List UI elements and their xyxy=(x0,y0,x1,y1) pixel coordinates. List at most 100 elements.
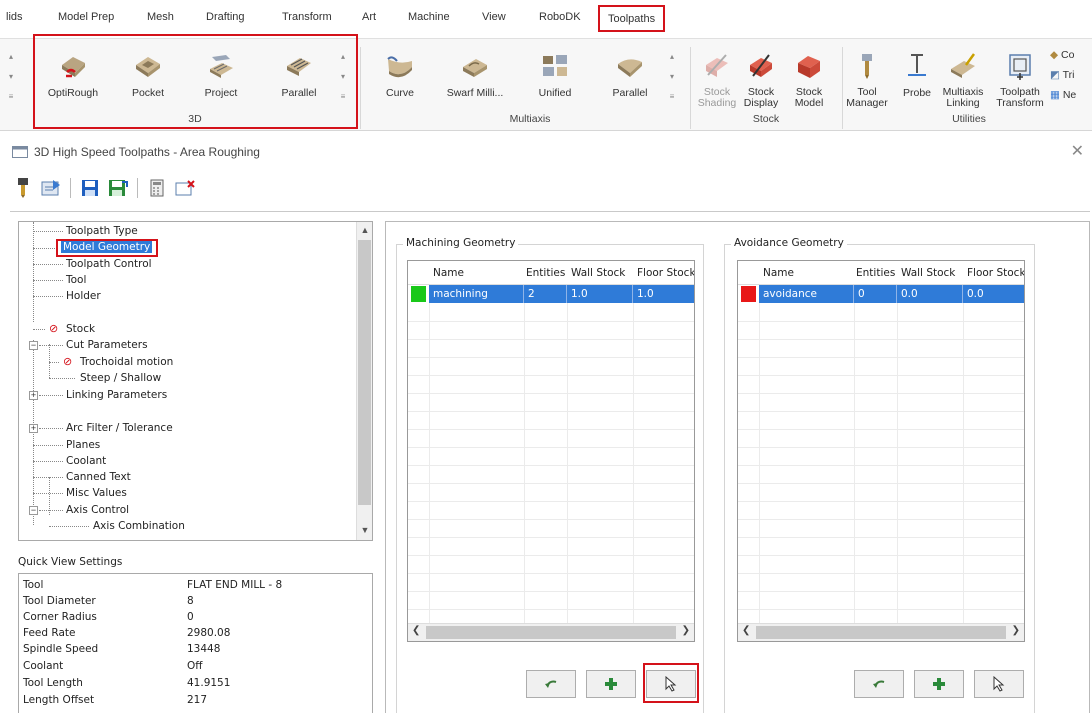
parameter-tree: Toolpath Type Model Geometry Toolpath Co… xyxy=(18,221,373,541)
collapse-icon[interactable]: − xyxy=(29,506,38,515)
stock-model-button[interactable]: Stock Model xyxy=(786,51,832,109)
curve-button[interactable]: Curve xyxy=(378,51,422,99)
col-header-wall-stock[interactable]: Wall Stock xyxy=(571,267,625,279)
gallery-scroll-multiaxis[interactable]: ▴ ▾ ≡ xyxy=(667,47,677,109)
tree-guide xyxy=(39,345,63,346)
tree-item-stock[interactable]: Stock xyxy=(66,323,95,335)
add-button[interactable] xyxy=(586,670,636,698)
col-header-wall-stock[interactable]: Wall Stock xyxy=(901,267,955,279)
tree-item-toolpath-type[interactable]: Toolpath Type xyxy=(66,225,138,237)
gallery-scroll-left[interactable]: ▴ ▾ ≡ xyxy=(6,47,16,109)
col-header-name[interactable]: Name xyxy=(763,267,794,279)
scroll-left-icon[interactable]: ❮ xyxy=(412,625,420,636)
multiaxis-linking-button[interactable]: Multiaxis Linking xyxy=(938,51,988,109)
stock-display-icon xyxy=(750,54,772,77)
tri-item[interactable]: ◩ Tri xyxy=(1050,65,1076,85)
tree-item-planes[interactable]: Planes xyxy=(66,439,100,451)
col-header-entities[interactable]: Entities xyxy=(856,267,895,279)
color-swatch[interactable] xyxy=(411,286,426,302)
tab-solids[interactable]: lids xyxy=(6,11,23,23)
swarf-icon xyxy=(463,59,487,77)
tree-scrollbar[interactable]: ▲ ▼ xyxy=(356,222,372,540)
tree-item-axis-control[interactable]: Axis Control xyxy=(66,504,129,516)
col-header-floor-stock[interactable]: Floor Stock xyxy=(637,267,694,279)
tab-toolpaths[interactable]: Toolpaths xyxy=(598,5,666,32)
scroll-right-icon[interactable]: ❯ xyxy=(682,625,690,636)
ne-icon: ▦ xyxy=(1050,89,1060,101)
tab-mesh[interactable]: Mesh xyxy=(147,11,174,23)
expand-icon[interactable]: + xyxy=(29,391,38,400)
tree-item-coolant[interactable]: Coolant xyxy=(66,455,106,467)
grid-line xyxy=(738,375,1024,376)
horizontal-scrollbar[interactable]: ❮ ❯ xyxy=(738,623,1024,641)
undo-button[interactable] xyxy=(526,670,576,698)
grid-line xyxy=(408,447,694,448)
scroll-thumb[interactable] xyxy=(358,240,371,505)
table-row[interactable]: avoidance 0 0.0 0.0 xyxy=(738,285,1024,303)
tree-item-holder[interactable]: Holder xyxy=(66,290,101,302)
stock-display-button[interactable]: Stock Display xyxy=(740,51,782,109)
grid-line xyxy=(408,321,694,322)
swarf-milling-button[interactable]: Swarf Milli... xyxy=(442,51,508,99)
tree-item-arc-filter[interactable]: Arc Filter / Tolerance xyxy=(66,422,173,434)
scroll-thumb[interactable] xyxy=(426,626,676,639)
grid-line xyxy=(963,303,964,623)
collapse-icon[interactable]: − xyxy=(29,341,38,350)
scroll-thumb[interactable] xyxy=(756,626,1006,639)
tree-guide xyxy=(33,477,63,478)
group-label-utilities: Utilities xyxy=(952,113,986,125)
horizontal-scrollbar[interactable]: ❮ ❯ xyxy=(408,623,694,641)
grid-line xyxy=(738,465,1024,466)
col-header-name[interactable]: Name xyxy=(433,267,464,279)
tree-item-canned-text[interactable]: Canned Text xyxy=(66,471,131,483)
table-row[interactable]: machining 2 1.0 1.0 xyxy=(408,285,694,303)
tree-item-axis-combination[interactable]: Axis Combination xyxy=(93,520,185,532)
tool-manager-button[interactable]: Tool Manager xyxy=(846,51,888,109)
col-header-floor-stock[interactable]: Floor Stock xyxy=(967,267,1024,279)
save-defaults-button[interactable] xyxy=(107,177,129,199)
tab-drafting[interactable]: Drafting xyxy=(206,11,245,23)
qv-key: Tool Diameter xyxy=(23,595,96,607)
grid-line xyxy=(408,501,694,502)
scroll-up-icon[interactable]: ▲ xyxy=(357,225,372,235)
toolpath-transform-button[interactable]: Toolpath Transform xyxy=(994,51,1046,109)
tree-item-toolpath-control[interactable]: Toolpath Control xyxy=(66,258,152,270)
calculator-button[interactable] xyxy=(146,177,168,199)
ne-item[interactable]: ▦ Ne xyxy=(1050,85,1076,105)
tree-item-trochoidal-motion[interactable]: Trochoidal motion xyxy=(80,356,173,368)
tab-art[interactable]: Art xyxy=(362,11,376,23)
parallel-multiaxis-button[interactable]: Parallel xyxy=(602,51,658,99)
unified-button[interactable]: Unified xyxy=(528,51,582,99)
open-button[interactable] xyxy=(40,177,62,199)
cancel-regen-button[interactable] xyxy=(174,177,196,199)
stock-shading-button[interactable]: Stock Shading xyxy=(696,51,738,109)
tab-transform[interactable]: Transform xyxy=(282,11,332,23)
ribbon-tabs: lids Model Prep Mesh Drafting Transform … xyxy=(0,0,1092,38)
tool-select-button[interactable] xyxy=(12,177,34,199)
cell-name: machining xyxy=(429,285,524,303)
grid-line xyxy=(408,393,694,394)
select-button[interactable] xyxy=(974,670,1024,698)
tree-item-cut-parameters[interactable]: Cut Parameters xyxy=(66,339,148,351)
probe-button[interactable]: Probe xyxy=(898,51,936,99)
color-swatch[interactable] xyxy=(741,286,756,302)
scroll-down-icon[interactable]: ▼ xyxy=(357,525,372,535)
co-item[interactable]: ◆ Co xyxy=(1050,45,1076,65)
scroll-left-icon[interactable]: ❮ xyxy=(742,625,750,636)
col-header-entities[interactable]: Entities xyxy=(526,267,565,279)
expand-icon[interactable]: + xyxy=(29,424,38,433)
undo-button[interactable] xyxy=(854,670,904,698)
tree-item-steep-shallow[interactable]: Steep / Shallow xyxy=(80,372,161,384)
tree-item-misc-values[interactable]: Misc Values xyxy=(66,487,127,499)
tab-robodk[interactable]: RoboDK xyxy=(539,11,581,23)
grid-line xyxy=(408,465,694,466)
close-icon[interactable]: ✕ xyxy=(1071,141,1084,161)
tab-view[interactable]: View xyxy=(482,11,506,23)
scroll-right-icon[interactable]: ❯ xyxy=(1012,625,1020,636)
tab-model-prep[interactable]: Model Prep xyxy=(58,11,114,23)
add-button[interactable] xyxy=(914,670,964,698)
save-button[interactable] xyxy=(79,177,101,199)
tree-item-linking-parameters[interactable]: Linking Parameters xyxy=(66,389,167,401)
tree-item-tool[interactable]: Tool xyxy=(66,274,86,286)
tab-machine[interactable]: Machine xyxy=(408,11,450,23)
